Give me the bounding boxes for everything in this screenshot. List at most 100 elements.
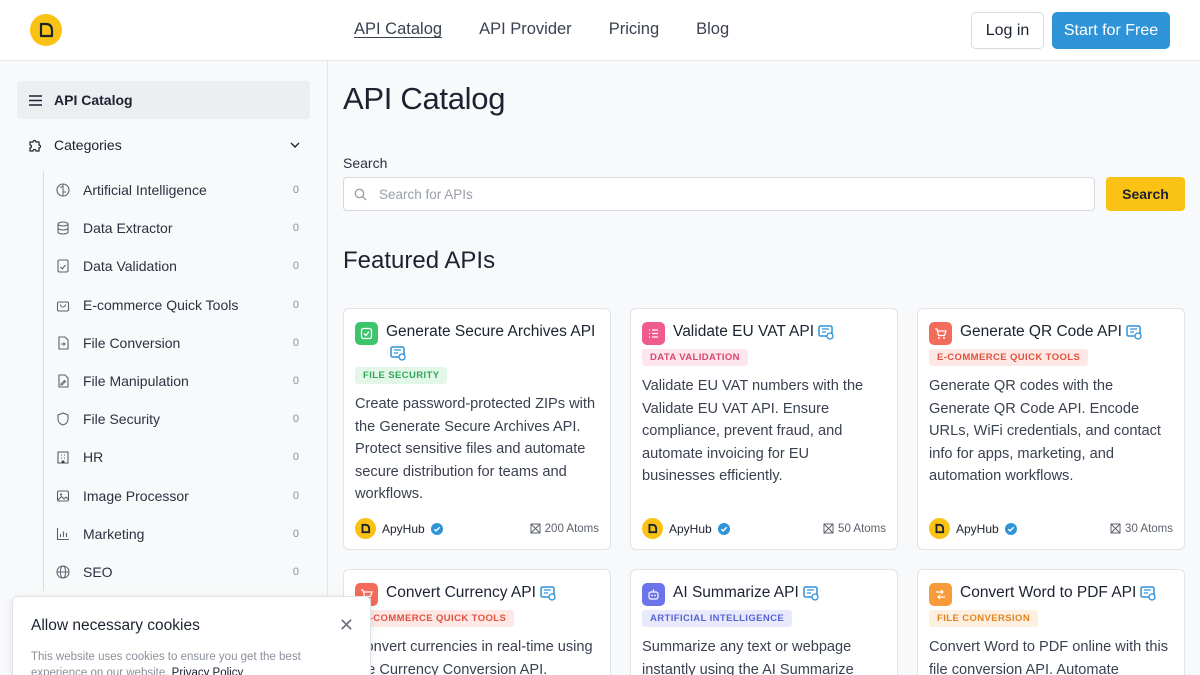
category-item-marketing[interactable]: Marketing 0: [44, 515, 305, 553]
api-card-ai-summarize[interactable]: AI Summarize API ARTIFICIAL INTELLIGENCE…: [630, 569, 898, 675]
file-convert-icon: [929, 583, 952, 606]
card-description: Validate EU VAT numbers with the Validat…: [642, 378, 864, 484]
card-title: Generate Secure Archives API: [386, 323, 596, 340]
search-label: Search: [343, 155, 388, 171]
category-tag[interactable]: DATA VALIDATION: [642, 349, 748, 366]
bar-chart-icon: [55, 526, 71, 542]
brain-icon: [55, 182, 71, 198]
globe-icon: [55, 564, 71, 580]
close-icon[interactable]: ✕: [339, 615, 354, 636]
category-count: 0: [292, 413, 299, 426]
card-description: Create password-protected ZIPs with the …: [355, 396, 596, 502]
provider-name[interactable]: ApyHub: [669, 522, 712, 536]
sidebar-header-api-catalog[interactable]: API Catalog: [17, 81, 310, 119]
category-item-file-manipulation[interactable]: File Manipulation 0: [44, 362, 305, 400]
cookie-text: This website uses cookies to ensure you …: [31, 649, 352, 675]
search-icon: [354, 188, 367, 200]
verified-badge-icon: [717, 522, 730, 535]
category-item-file-security[interactable]: File Security 0: [44, 400, 305, 438]
file-convert-icon: [55, 335, 71, 351]
api-card-generate-qr-code[interactable]: Generate QR Code API E-COMMERCE QUICK TO…: [917, 308, 1185, 550]
card-title: Generate QR Code API: [960, 323, 1122, 340]
verified-badge-icon: [430, 522, 443, 535]
search-placeholder: Search for APIs: [379, 186, 473, 202]
category-item-seo[interactable]: SEO 0: [44, 553, 305, 591]
cookie-message: This website uses cookies to ensure you …: [31, 651, 301, 675]
verified-badge-icon: [1004, 522, 1017, 535]
category-count: 0: [292, 451, 299, 464]
atoms-count: 50 Atoms: [838, 522, 886, 535]
card-description: Summarize any text or webpage instantly …: [642, 639, 854, 675]
api-card-validate-eu-vat[interactable]: Validate EU VAT API DATA VALIDATION Vali…: [630, 308, 898, 550]
categories-label: Categories: [54, 137, 122, 153]
category-count: 0: [292, 298, 299, 311]
category-label: Artificial Intelligence: [83, 182, 207, 199]
apyhub-logo[interactable]: [30, 14, 62, 46]
nav-blog[interactable]: Blog: [696, 20, 729, 39]
database-icon: [55, 220, 71, 236]
robot-icon: [642, 583, 665, 606]
api-card-convert-currency[interactable]: Convert Currency API E-COMMERCE QUICK TO…: [343, 569, 611, 675]
category-item-file-conversion[interactable]: File Conversion 0: [44, 324, 305, 362]
nav-api-provider[interactable]: API Provider: [479, 20, 572, 39]
provider-avatar: [355, 518, 376, 539]
card-description: Convert currencies in real-time using th…: [355, 639, 593, 675]
cart-icon: [929, 322, 952, 345]
image-icon: [55, 488, 71, 504]
checklist-icon: [642, 322, 665, 345]
archive-icon: [355, 322, 378, 345]
category-item-artificial-intelligence[interactable]: Artificial Intelligence 0: [44, 171, 305, 209]
search-input[interactable]: Search for APIs: [343, 177, 1095, 211]
category-item-data-validation[interactable]: Data Validation 0: [44, 247, 305, 285]
category-label: Marketing: [83, 525, 145, 542]
category-count: 0: [292, 565, 299, 578]
card-title: Convert Currency API: [386, 584, 536, 601]
category-label: SEO: [83, 563, 113, 580]
card-title: AI Summarize API: [673, 584, 799, 601]
category-item-data-extractor[interactable]: Data Extractor 0: [44, 209, 305, 247]
category-tag[interactable]: ARTIFICIAL INTELLIGENCE: [642, 610, 793, 627]
category-count: 0: [292, 527, 299, 540]
category-label: File Manipulation: [83, 373, 189, 390]
menu-icon: [29, 94, 42, 106]
atoms-count: 200 Atoms: [544, 522, 599, 535]
cookie-banner: Allow necessary cookies ✕ This website u…: [12, 596, 371, 675]
category-list: Artificial Intelligence 0 Data Extractor…: [43, 171, 305, 592]
nav-pricing[interactable]: Pricing: [609, 20, 659, 39]
api-doc-icon: [540, 585, 556, 601]
category-tag[interactable]: FILE CONVERSION: [929, 610, 1039, 627]
category-label: File Conversion: [83, 334, 181, 351]
start-free-button[interactable]: Start for Free: [1052, 12, 1170, 49]
category-tag[interactable]: E-COMMERCE QUICK TOOLS: [355, 610, 515, 627]
privacy-policy-link[interactable]: Privacy Policy: [172, 667, 244, 675]
page-title: API Catalog: [343, 81, 506, 116]
search-button[interactable]: Search: [1106, 177, 1185, 211]
provider-name[interactable]: ApyHub: [956, 522, 999, 536]
card-description: Generate QR codes with the Generate QR C…: [929, 378, 1161, 484]
category-tag[interactable]: E-COMMERCE QUICK TOOLS: [929, 349, 1089, 366]
category-item-image-processor[interactable]: Image Processor 0: [44, 477, 305, 515]
provider-avatar: [929, 518, 950, 539]
api-card-convert-word-to-pdf[interactable]: Convert Word to PDF API FILE CONVERSION …: [917, 569, 1185, 675]
sidebar: API Catalog Categories Artificial Intell…: [0, 61, 328, 675]
atoms-count: 30 Atoms: [1125, 522, 1173, 535]
top-navbar: API Catalog API Provider Pricing Blog Lo…: [0, 0, 1200, 61]
category-item-hr[interactable]: HR 0: [44, 438, 305, 476]
nav-api-catalog[interactable]: API Catalog: [354, 20, 442, 39]
puzzle-icon: [29, 139, 42, 152]
api-card-generate-secure-archives[interactable]: Generate Secure Archives API FILE SECURI…: [343, 308, 611, 550]
card-title: Convert Word to PDF API: [960, 584, 1137, 601]
category-tag[interactable]: FILE SECURITY: [355, 367, 448, 384]
category-label: Image Processor: [83, 487, 189, 504]
card-description: Convert Word to PDF online with this fil…: [929, 639, 1169, 675]
card-title: Validate EU VAT API: [673, 323, 815, 340]
category-label: File Security: [83, 411, 161, 428]
category-label: Data Extractor: [83, 220, 173, 237]
login-button[interactable]: Log in: [971, 12, 1044, 49]
provider-name[interactable]: ApyHub: [382, 522, 425, 536]
file-edit-icon: [55, 373, 71, 389]
categories-toggle[interactable]: Categories: [27, 137, 300, 153]
category-count: 0: [292, 222, 299, 235]
category-item-ecommerce-quick-tools[interactable]: E-commerce Quick Tools 0: [44, 286, 305, 324]
document-check-icon: [55, 258, 71, 274]
